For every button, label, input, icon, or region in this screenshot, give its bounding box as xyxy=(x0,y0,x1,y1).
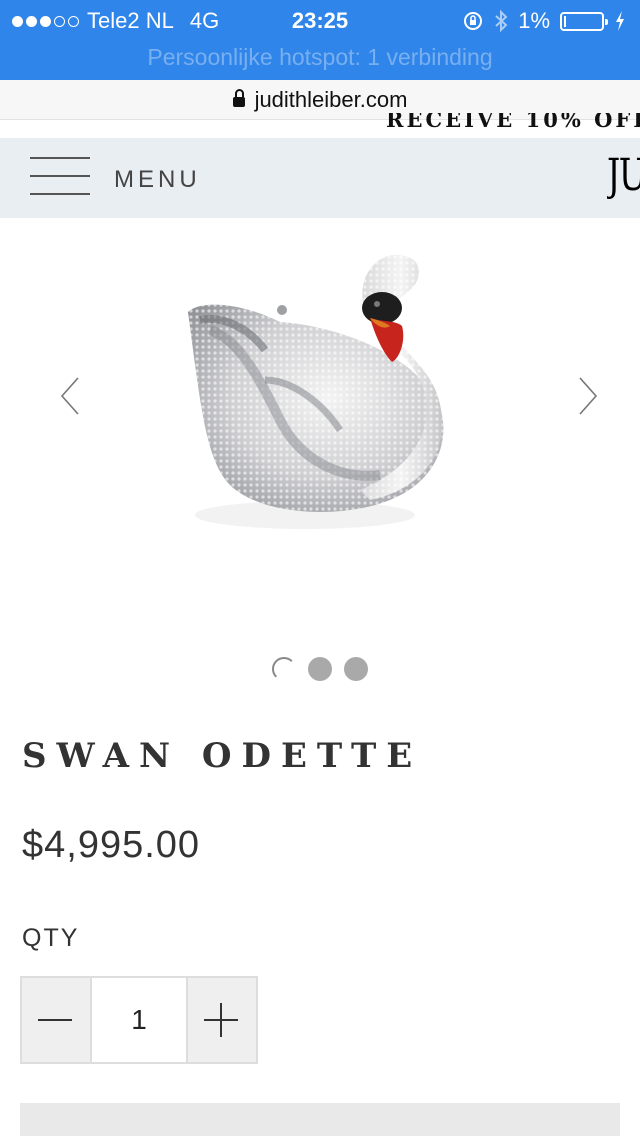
gallery-dot[interactable] xyxy=(344,657,368,681)
qty-increment-button[interactable] xyxy=(188,978,256,1062)
swan-clutch-image xyxy=(170,230,470,570)
qty-decrement-button[interactable] xyxy=(22,978,90,1062)
brand-logo[interactable]: JUD xyxy=(607,146,640,216)
qty-input[interactable]: 1 xyxy=(90,978,188,1062)
charging-bolt-icon xyxy=(616,11,624,31)
battery-percent: 1% xyxy=(518,8,550,33)
gallery-prev-arrow-icon[interactable] xyxy=(58,376,82,416)
gallery-next-arrow-icon[interactable] xyxy=(576,376,600,416)
url-text: judithleiber.com xyxy=(254,86,408,112)
lock-icon xyxy=(232,88,245,107)
product-gallery[interactable] xyxy=(0,218,640,638)
bluetooth-icon xyxy=(495,9,508,33)
status-right: 1% xyxy=(462,6,626,36)
rotation-lock-icon xyxy=(464,12,483,30)
promo-banner[interactable]: RECEIVE 10% OFF xyxy=(386,113,640,135)
gallery-dot[interactable] xyxy=(308,657,332,681)
product-title: SWAN ODETTE xyxy=(22,736,423,776)
menu-label[interactable]: MENU xyxy=(114,166,201,194)
qty-label: QTY xyxy=(22,924,80,952)
minus-icon xyxy=(38,1019,72,1021)
hamburger-menu-icon[interactable] xyxy=(30,157,90,195)
gallery-dot-loading-icon[interactable] xyxy=(272,657,296,681)
site-header: MENU JUD xyxy=(0,138,640,218)
product-price: $4,995.00 xyxy=(22,824,201,866)
battery-icon xyxy=(560,11,608,31)
status-bar: Tele2 NL 4G 23:25 1% Persoonlijke hotspo… xyxy=(0,0,640,80)
quantity-stepper: 1 xyxy=(20,976,258,1064)
add-to-bag-button[interactable] xyxy=(20,1103,620,1136)
gallery-pagination xyxy=(0,656,640,682)
hotspot-banner[interactable]: Persoonlijke hotspot: 1 verbinding xyxy=(0,44,640,71)
